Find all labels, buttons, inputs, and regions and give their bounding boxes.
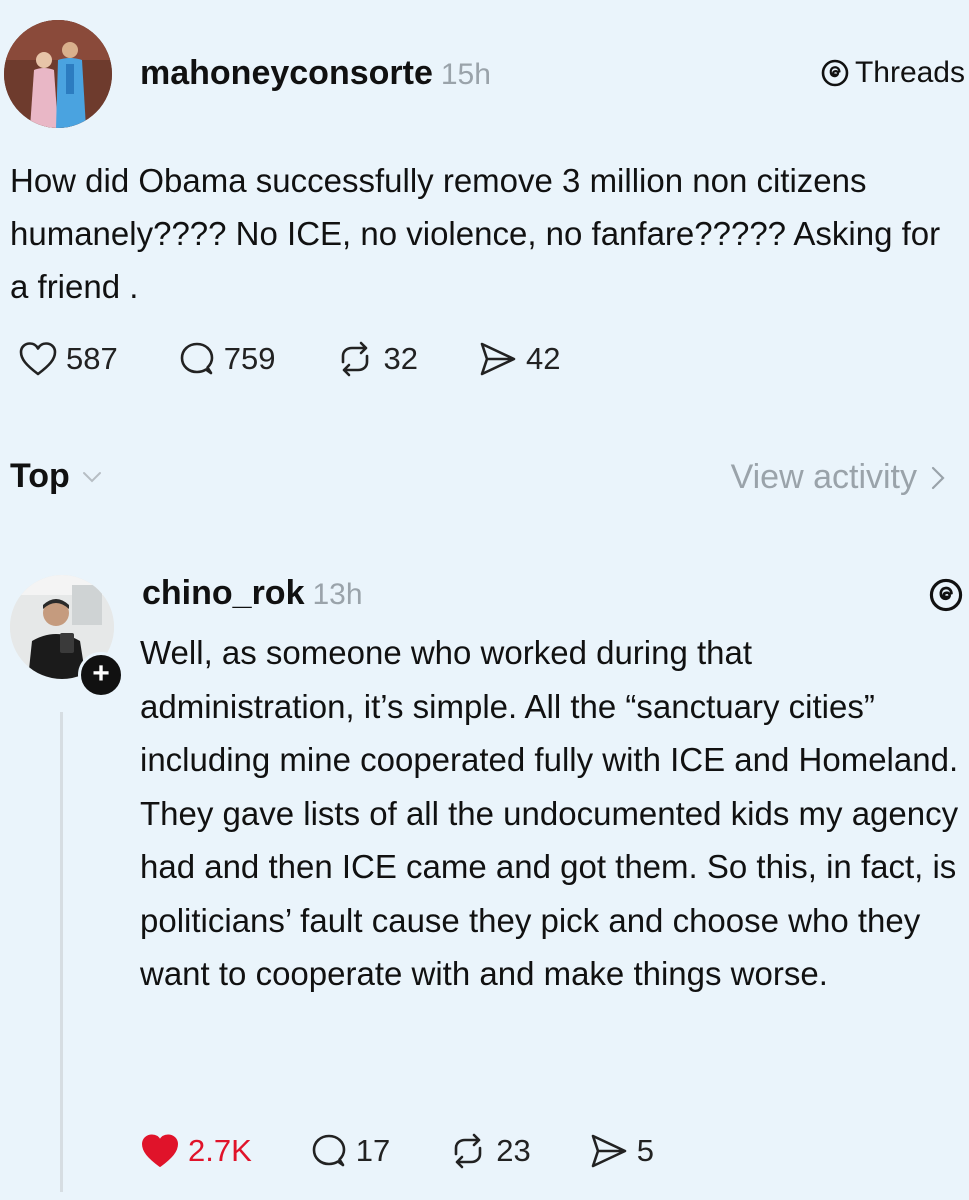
comment-icon bbox=[180, 342, 214, 375]
threads-logo-icon bbox=[929, 578, 963, 612]
op-avatar[interactable] bbox=[4, 20, 112, 128]
view-activity-link[interactable]: View activity bbox=[731, 458, 945, 497]
view-activity-label: View activity bbox=[730, 458, 917, 496]
heart-filled-icon bbox=[142, 1134, 178, 1167]
reply-username-row: chino_rok 13h bbox=[142, 574, 363, 613]
threads-label: Threads bbox=[854, 56, 965, 89]
op-repost-button[interactable]: 32 bbox=[335, 340, 418, 378]
threads-logo-icon bbox=[821, 59, 849, 87]
threads-badge[interactable]: Threads bbox=[821, 56, 965, 90]
op-share-count: 42 bbox=[525, 341, 561, 376]
op-like-count: 587 bbox=[66, 341, 118, 376]
chevron-down-icon bbox=[82, 471, 101, 482]
reply-reply-count: 17 bbox=[355, 1133, 391, 1168]
follow-plus-button[interactable]: + bbox=[78, 652, 124, 698]
thread-connector-line bbox=[60, 712, 63, 1192]
op-timestamp: 15h bbox=[440, 58, 491, 91]
comment-icon bbox=[312, 1134, 346, 1167]
sort-dropdown[interactable]: Top bbox=[10, 457, 102, 496]
reply-threads-logo[interactable] bbox=[929, 578, 963, 617]
send-icon bbox=[591, 1134, 627, 1168]
op-post-text: How did Obama successfully remove 3 mill… bbox=[10, 162, 941, 305]
op-share-button[interactable]: 42 bbox=[478, 340, 560, 378]
op-username-row: mahoneyconsorte 15h bbox=[140, 54, 491, 93]
reply-username[interactable]: chino_rok bbox=[142, 574, 304, 612]
op-reply-button[interactable]: 759 bbox=[178, 340, 276, 378]
reply-repost-count: 23 bbox=[496, 1133, 531, 1168]
chevron-right-icon bbox=[931, 466, 945, 489]
reply-action-bar: 2.7K 17 23 5 bbox=[140, 1132, 712, 1170]
op-username[interactable]: mahoneyconsorte bbox=[140, 54, 433, 92]
reply-share-button[interactable]: 5 bbox=[589, 1132, 654, 1170]
reply-timestamp: 13h bbox=[312, 578, 363, 611]
op-action-bar: 587 759 32 42 bbox=[18, 340, 620, 378]
repost-icon bbox=[342, 341, 369, 377]
op-repost-count: 32 bbox=[383, 341, 418, 376]
sort-label: Top bbox=[10, 457, 70, 495]
reply-like-count: 2.7K bbox=[188, 1133, 252, 1168]
reply-reply-button[interactable]: 17 bbox=[310, 1132, 390, 1170]
reply-repost-button[interactable]: 23 bbox=[448, 1132, 531, 1170]
reply-text: Well, as someone who worked during that … bbox=[140, 634, 959, 992]
op-like-button[interactable]: 587 bbox=[18, 341, 118, 377]
op-avatar-photo bbox=[4, 20, 112, 128]
heart-icon bbox=[19, 342, 57, 376]
reply-share-count: 5 bbox=[636, 1133, 654, 1168]
send-icon bbox=[480, 342, 516, 376]
op-reply-count: 759 bbox=[223, 341, 276, 376]
repost-icon bbox=[454, 1133, 482, 1169]
reply-like-button[interactable]: 2.7K bbox=[140, 1133, 252, 1169]
